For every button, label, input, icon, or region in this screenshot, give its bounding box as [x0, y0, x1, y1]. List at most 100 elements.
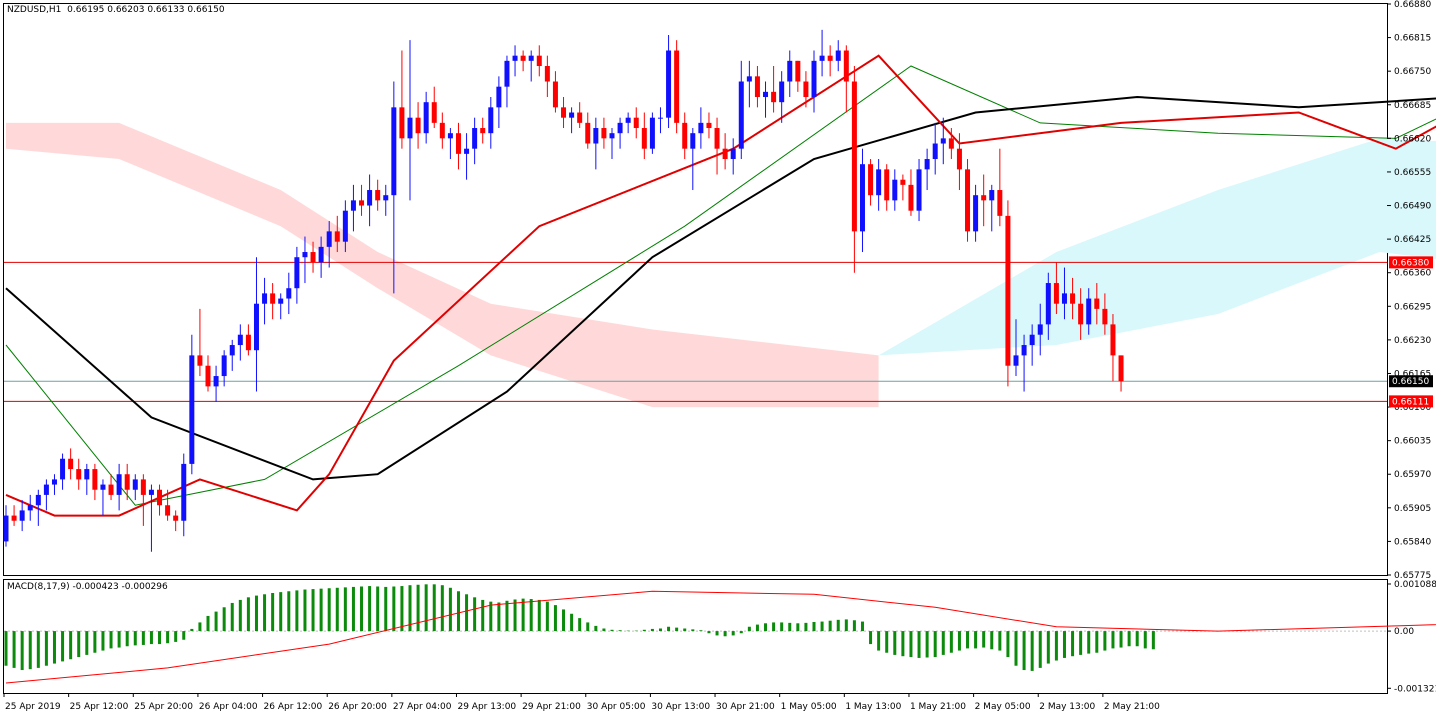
candle-body	[940, 138, 946, 144]
candle-body	[706, 122, 712, 129]
candle-body	[1045, 283, 1051, 325]
candle-body	[892, 179, 898, 201]
candle-body	[464, 148, 470, 154]
y-tick-label: 0.66555	[1394, 168, 1431, 178]
candle-body	[819, 55, 825, 61]
macd-plot-frame	[3, 579, 1388, 694]
x-tick-label: 26 Apr 20:00	[328, 702, 387, 712]
candle-body	[140, 479, 146, 495]
candle-body	[253, 303, 259, 351]
candle-body	[908, 184, 914, 211]
candle-body	[245, 334, 251, 351]
candle-body	[544, 66, 550, 82]
candle-body	[843, 50, 849, 82]
candle-body	[221, 355, 227, 377]
candle-body	[383, 195, 389, 201]
candle-body	[447, 133, 453, 139]
y-tick-label: 0.66490	[1394, 202, 1431, 212]
x-tick-label: 25 Apr 2019	[5, 702, 61, 712]
candle-body	[1094, 298, 1100, 309]
candle-body	[181, 463, 187, 521]
candle-body	[350, 200, 356, 211]
candle-body	[851, 81, 857, 232]
x-tick-label: 1 May 05:00	[781, 702, 837, 712]
candle-body	[294, 257, 300, 289]
candle-body	[601, 128, 607, 139]
candle-body	[989, 190, 995, 201]
candle-body	[827, 55, 833, 61]
candle-body	[779, 81, 785, 103]
y-tick-label: 0.66425	[1394, 235, 1431, 245]
candle-body	[569, 112, 575, 118]
candle-body	[1061, 293, 1067, 304]
macd-tick-label: 0.00	[1394, 627, 1414, 637]
candle-body	[92, 469, 98, 490]
y-tick-label: 0.65840	[1394, 537, 1431, 547]
x-tick-label: 29 Apr 13:00	[457, 702, 516, 712]
candle-body	[399, 107, 405, 139]
candle-body	[1110, 324, 1116, 356]
x-tick-label: 30 Apr 21:00	[716, 702, 775, 712]
candle-body	[504, 60, 510, 87]
candle-body	[1102, 308, 1108, 325]
candle-body	[302, 252, 308, 258]
candle-body	[682, 122, 688, 149]
candle-body	[132, 479, 138, 490]
candle-body	[197, 355, 203, 366]
candle-body	[124, 474, 130, 490]
candle-body	[948, 138, 954, 149]
macd-tick-label: -0.001321	[1394, 684, 1436, 694]
candle	[965, 159, 971, 242]
candle-body	[43, 484, 49, 495]
candle-body	[3, 515, 9, 542]
price-tag-upper: 0.66380	[1392, 258, 1429, 268]
chart-svg[interactable]: 0.66880 0.66815 0.66750 0.66685 0.66620 0.665…	[0, 0, 1436, 716]
candle-body	[1118, 355, 1124, 382]
x-tick-label: 2 May 05:00	[975, 702, 1031, 712]
candle-body	[997, 190, 1003, 216]
candle-body	[916, 169, 922, 211]
candle-body	[657, 117, 663, 119]
candle-body	[334, 231, 340, 242]
y-tick-label: 0.66815	[1394, 34, 1431, 44]
y-tick-label: 0.66295	[1394, 302, 1431, 312]
macd-tick-label: 0.001088	[1394, 580, 1436, 590]
candle-body	[1037, 324, 1043, 335]
candle-body	[359, 200, 365, 206]
candle-body	[270, 293, 276, 304]
candle-body	[811, 60, 817, 98]
candle-body	[585, 122, 591, 144]
candle-body	[965, 169, 971, 232]
candle-body	[973, 195, 979, 232]
candle-body	[787, 60, 793, 82]
candle-body	[76, 469, 82, 480]
candle-body	[981, 195, 987, 201]
candle	[649, 112, 655, 154]
candle-body	[932, 143, 938, 160]
candle-body	[84, 469, 90, 480]
candle	[1005, 200, 1011, 387]
candle-body	[625, 117, 631, 123]
candle-body	[771, 91, 777, 103]
candle-body	[835, 50, 841, 61]
candle-body	[496, 86, 502, 108]
candle-body	[480, 128, 486, 134]
candle-body	[552, 81, 558, 108]
y-tick-label: 0.65970	[1394, 470, 1431, 480]
candle-body	[884, 169, 890, 201]
candle-body	[342, 210, 348, 242]
candle-body	[577, 112, 583, 123]
candle-body	[528, 55, 534, 61]
candle-body	[520, 55, 526, 61]
candle-body	[237, 334, 243, 346]
y-tick-label: 0.65905	[1394, 504, 1431, 514]
candle-body	[900, 179, 906, 185]
candle-body	[746, 76, 752, 82]
candle-body	[1078, 303, 1084, 325]
candle-body	[754, 76, 760, 98]
candle-body	[286, 288, 292, 299]
candle-body	[100, 484, 106, 490]
chart-window[interactable]: 0.66880 0.66815 0.66750 0.66685 0.66620 0.665…	[0, 0, 1436, 716]
x-tick-label: 30 Apr 13:00	[651, 702, 710, 712]
candle-body	[407, 117, 413, 139]
